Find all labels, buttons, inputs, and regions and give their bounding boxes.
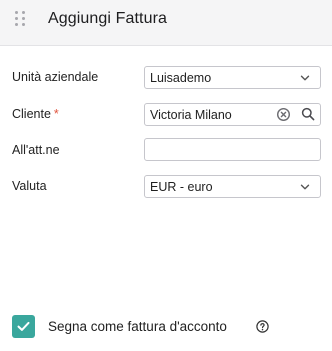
advance-invoice-checkbox[interactable] (12, 315, 35, 338)
chevron-down-icon (300, 75, 310, 81)
currency-select[interactable]: EUR - euro (144, 175, 321, 198)
client-label: Cliente * (12, 107, 59, 121)
dialog-header: Aggiungi Fattura (0, 0, 332, 46)
client-value: Victoria Milano (150, 108, 232, 122)
page-title: Aggiungi Fattura (48, 10, 168, 27)
client-field[interactable]: Victoria Milano (144, 103, 321, 126)
clear-icon[interactable] (277, 108, 290, 121)
advance-invoice-label[interactable]: Segna come fattura d'acconto (48, 319, 227, 334)
client-label-text: Cliente (12, 107, 51, 121)
required-mark: * (53, 107, 59, 121)
attention-label: All'att.ne (12, 143, 60, 157)
currency-label: Valuta (12, 179, 47, 193)
business-unit-value: Luisademo (150, 71, 212, 85)
attention-input[interactable] (144, 138, 321, 161)
currency-value: EUR - euro (150, 180, 213, 194)
help-icon[interactable] (256, 320, 269, 333)
drag-handle-icon[interactable] (13, 8, 27, 30)
search-icon[interactable] (301, 107, 315, 121)
business-unit-label: Unità aziendale (12, 70, 99, 84)
check-icon (17, 321, 30, 331)
business-unit-select[interactable]: Luisademo (144, 66, 321, 89)
chevron-down-icon (300, 184, 310, 190)
